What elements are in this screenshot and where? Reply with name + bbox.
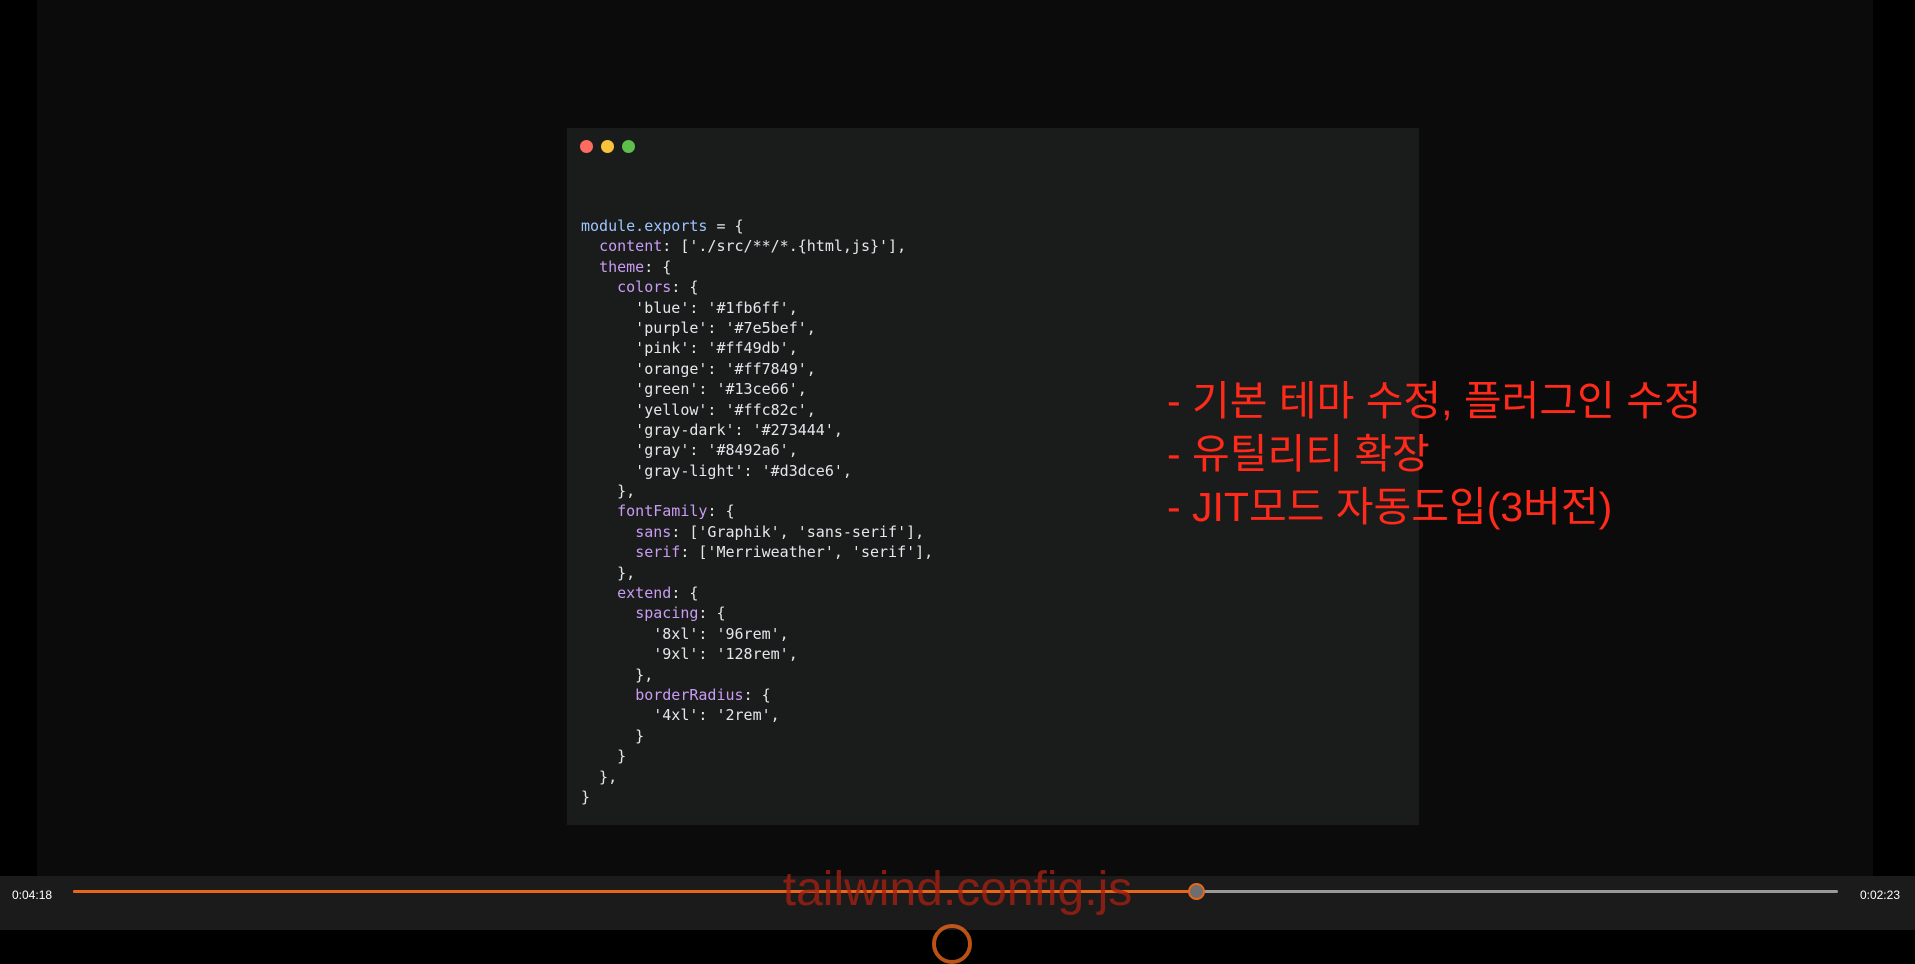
code-line: }: [581, 787, 591, 806]
maximize-dot-icon: [622, 140, 635, 153]
code-line: '9xl': '128rem',: [581, 645, 798, 664]
seek-bar[interactable]: [73, 883, 1838, 900]
code-line: extend: {: [617, 584, 699, 603]
code-line: 'yellow': '#ffc82c',: [581, 400, 816, 419]
code-line: spacing: {: [635, 604, 726, 623]
code-line: colors: {: [617, 278, 699, 297]
note-line: - JIT모드 자동도입(3버전): [1167, 484, 1613, 530]
code-line: 'pink': '#ff49db',: [581, 339, 798, 358]
code-line: fontFamily: {: [617, 502, 735, 521]
video-frame[interactable]: module.exports = { content: ['./src/**/*…: [37, 0, 1873, 876]
code-line: theme: {: [599, 257, 672, 276]
code-line: borderRadius: {: [635, 685, 771, 704]
code-line: serif: ['Merriweather', 'serif'],: [635, 543, 934, 562]
code-line: 'gray': '#8492a6',: [581, 441, 798, 460]
note-line: - 기본 테마 수정, 플러그인 수정: [1167, 378, 1702, 424]
code-line: }: [581, 726, 645, 745]
code-line: content: ['./src/**/*.{html,js}'],: [599, 237, 907, 256]
code-line: 'purple': '#7e5bef',: [581, 318, 816, 337]
code-line: },: [581, 482, 636, 501]
window-controls: [580, 140, 635, 153]
total-time: 0:02:23: [1859, 888, 1900, 902]
slide-notes: - 기본 테마 수정, 플러그인 수정 - 유틸리티 확장 - JIT모드 자동…: [1167, 375, 1702, 534]
code-block: module.exports = { content: ['./src/**/*…: [581, 216, 933, 807]
close-dot-icon: [580, 140, 593, 153]
player-controls: 0:04:18 0:02:23: [0, 876, 1915, 930]
code-line: },: [581, 767, 618, 786]
current-time: 0:04:18: [12, 888, 53, 902]
code-line: 'green': '#13ce66',: [581, 380, 807, 399]
code-line: 'orange': '#ff7849',: [581, 359, 816, 378]
seek-bar-progress: [73, 890, 1197, 893]
code-line: 'gray-light': '#d3dce6',: [581, 461, 852, 480]
code-line: module.exports = {: [581, 217, 744, 235]
code-line: }: [581, 747, 627, 766]
code-line: },: [581, 563, 636, 582]
play-button[interactable]: [932, 924, 972, 964]
code-line: '8xl': '96rem',: [581, 624, 789, 643]
code-line: },: [581, 665, 654, 684]
seek-handle[interactable]: [1188, 883, 1206, 900]
code-line: '4xl': '2rem',: [581, 706, 780, 725]
minimize-dot-icon: [601, 140, 614, 153]
note-line: - 유틸리티 확장: [1167, 431, 1430, 477]
code-line: sans: ['Graphik', 'sans-serif'],: [635, 522, 925, 541]
code-line: 'blue': '#1fb6ff',: [581, 298, 798, 317]
code-line: 'gray-dark': '#273444',: [581, 420, 843, 439]
